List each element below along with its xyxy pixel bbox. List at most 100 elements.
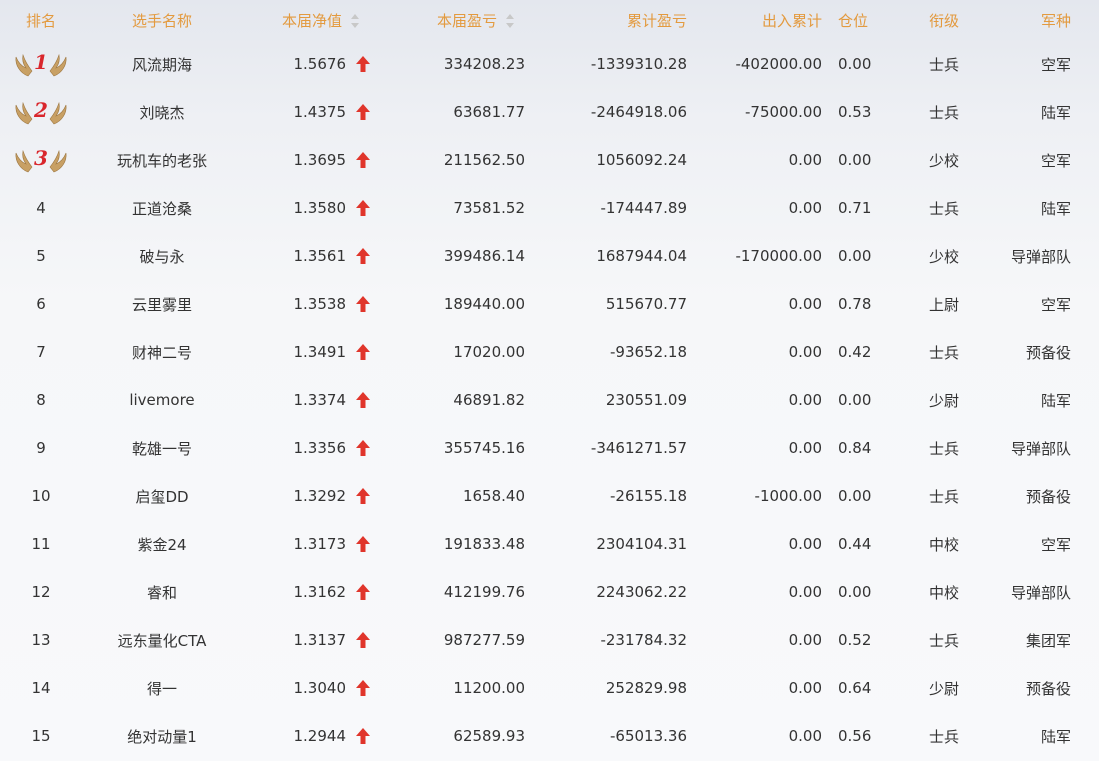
net-value-cell: 1.2944 <box>242 712 382 760</box>
cum-pnl-cell: -26155.18 <box>610 487 687 505</box>
position-cell: 0.71 <box>838 199 872 217</box>
rank-cell: 15 <box>0 712 82 760</box>
table-row[interactable]: 8 livemore 1.3374 46891.82 230551.09 0.0… <box>0 376 1099 424</box>
rank-number: 15 <box>31 727 51 745</box>
net-value-cell: 1.3040 <box>242 664 382 712</box>
table-row[interactable]: 1 风流期海 1.5676 334208.23 -1339310.28 -402… <box>0 40 1099 88</box>
player-name[interactable]: 启玺DD <box>82 472 242 520</box>
pnl-cell: 334208.23 <box>443 55 525 73</box>
table-row[interactable]: 2 刘晓杰 1.4375 63681.77 -2464918.06 -75000… <box>0 88 1099 136</box>
pnl-cell: 11200.00 <box>453 679 525 697</box>
header-arm: 军种 <box>1040 11 1071 30</box>
rank-cell: 3 <box>0 136 82 184</box>
rank-number: 7 <box>36 343 46 361</box>
table-row[interactable]: 15 绝对动量1 1.2944 62589.93 -65013.36 0.00 … <box>0 712 1099 760</box>
rank-number: 9 <box>36 439 46 457</box>
up-arrow-icon <box>356 296 370 313</box>
rank-number: 5 <box>36 247 46 265</box>
ranking-table: 排名 选手名称 本届净值 本届盈亏 累计盈亏 出入累计 仓位 衔级 军种 1 风… <box>0 0 1099 760</box>
player-name[interactable]: 得一 <box>82 664 242 712</box>
table-row[interactable]: 9 乾雄一号 1.3356 355745.16 -3461271.57 0.00… <box>0 424 1099 472</box>
player-name[interactable]: 睿和 <box>82 568 242 616</box>
player-name[interactable]: 紫金24 <box>82 520 242 568</box>
table-row[interactable]: 10 启玺DD 1.3292 1658.40 -26155.18 -1000.0… <box>0 472 1099 520</box>
flow-cell: 0.00 <box>788 343 822 361</box>
level-cell: 士兵 <box>928 199 959 218</box>
table-row[interactable]: 13 远东量化CTA 1.3137 987277.59 -231784.32 0… <box>0 616 1099 664</box>
cum-pnl-cell: 2243062.22 <box>596 583 687 601</box>
table-row[interactable]: 6 云里雾里 1.3538 189440.00 515670.77 0.00 0… <box>0 280 1099 328</box>
player-name[interactable]: livemore <box>82 376 242 424</box>
level-cell: 士兵 <box>928 55 959 74</box>
player-name[interactable]: 风流期海 <box>82 40 242 88</box>
up-arrow-icon <box>356 536 370 553</box>
header-rank: 排名 <box>25 11 56 30</box>
player-name[interactable]: 远东量化CTA <box>82 616 242 664</box>
rank-number: 12 <box>31 583 51 601</box>
level-cell: 士兵 <box>928 103 959 122</box>
player-name[interactable]: 正道沧桑 <box>82 184 242 232</box>
svg-text:1: 1 <box>34 50 48 74</box>
net-value-cell: 1.3374 <box>242 376 382 424</box>
table-row[interactable]: 14 得一 1.3040 11200.00 252829.98 0.00 0.6… <box>0 664 1099 712</box>
level-cell: 少尉 <box>928 679 959 698</box>
net-value-cell: 1.3580 <box>242 184 382 232</box>
table-row[interactable]: 4 正道沧桑 1.3580 73581.52 -174447.89 0.00 0… <box>0 184 1099 232</box>
net-value-cell: 1.3162 <box>242 568 382 616</box>
up-arrow-icon <box>356 680 370 697</box>
up-arrow-icon <box>356 248 370 265</box>
rank-number: 13 <box>31 631 51 649</box>
cum-pnl-cell: 515670.77 <box>605 295 687 313</box>
cum-pnl-cell: 1056092.24 <box>596 151 687 169</box>
pnl-cell: 1658.40 <box>462 487 525 505</box>
flow-cell: -75000.00 <box>745 103 822 121</box>
sort-icon[interactable] <box>350 14 360 28</box>
arm-cell: 集团军 <box>1025 631 1071 650</box>
svg-text:2: 2 <box>33 98 48 122</box>
arm-cell: 导弹部队 <box>1010 247 1071 266</box>
level-cell: 中校 <box>928 583 959 602</box>
player-name[interactable]: 刘晓杰 <box>82 88 242 136</box>
arm-cell: 空军 <box>1040 151 1071 170</box>
flow-cell: 0.00 <box>788 391 822 409</box>
header-pnl[interactable]: 本届盈亏 <box>382 0 537 40</box>
cum-pnl-cell: 2304104.31 <box>596 535 687 553</box>
cum-pnl-cell: 252829.98 <box>605 679 687 697</box>
table-row[interactable]: 11 紫金24 1.3173 191833.48 2304104.31 0.00… <box>0 520 1099 568</box>
laurel-medal-icon: 2 <box>14 97 68 127</box>
table-row[interactable]: 12 睿和 1.3162 412199.76 2243062.22 0.00 0… <box>0 568 1099 616</box>
arm-cell: 陆军 <box>1040 103 1071 122</box>
player-name[interactable]: 破与永 <box>82 232 242 280</box>
table-row[interactable]: 3 玩机车的老张 1.3695 211562.50 1056092.24 0.0… <box>0 136 1099 184</box>
header-cum-pnl: 累计盈亏 <box>626 11 687 30</box>
up-arrow-icon <box>356 56 370 73</box>
pnl-cell: 46891.82 <box>453 391 525 409</box>
table-row[interactable]: 5 破与永 1.3561 399486.14 1687944.04 -17000… <box>0 232 1099 280</box>
net-value-cell: 1.3292 <box>242 472 382 520</box>
position-cell: 0.78 <box>838 295 872 313</box>
arm-cell: 空军 <box>1040 295 1071 314</box>
flow-cell: 0.00 <box>788 631 822 649</box>
laurel-medal-icon: 1 <box>14 49 68 79</box>
arm-cell: 陆军 <box>1040 391 1071 410</box>
net-value-cell: 1.3356 <box>242 424 382 472</box>
net-value-cell: 1.5676 <box>242 40 382 88</box>
table-row[interactable]: 7 财神二号 1.3491 17020.00 -93652.18 0.00 0.… <box>0 328 1099 376</box>
player-name[interactable]: 玩机车的老张 <box>82 136 242 184</box>
sort-icon[interactable] <box>505 14 515 28</box>
player-name[interactable]: 财神二号 <box>82 328 242 376</box>
up-arrow-icon <box>356 632 370 649</box>
player-name[interactable]: 云里雾里 <box>82 280 242 328</box>
header-net-value[interactable]: 本届净值 <box>242 0 382 40</box>
arm-cell: 陆军 <box>1040 199 1071 218</box>
net-value-cell: 1.3173 <box>242 520 382 568</box>
cum-pnl-cell: -231784.32 <box>600 631 687 649</box>
pnl-cell: 73581.52 <box>453 199 525 217</box>
table-header: 排名 选手名称 本届净值 本届盈亏 累计盈亏 出入累计 仓位 衔级 军种 <box>0 0 1099 40</box>
player-name[interactable]: 绝对动量1 <box>82 712 242 760</box>
level-cell: 上尉 <box>928 295 959 314</box>
arm-cell: 预备役 <box>1025 487 1071 506</box>
player-name[interactable]: 乾雄一号 <box>82 424 242 472</box>
net-value-cell: 1.3491 <box>242 328 382 376</box>
flow-cell: 0.00 <box>788 535 822 553</box>
